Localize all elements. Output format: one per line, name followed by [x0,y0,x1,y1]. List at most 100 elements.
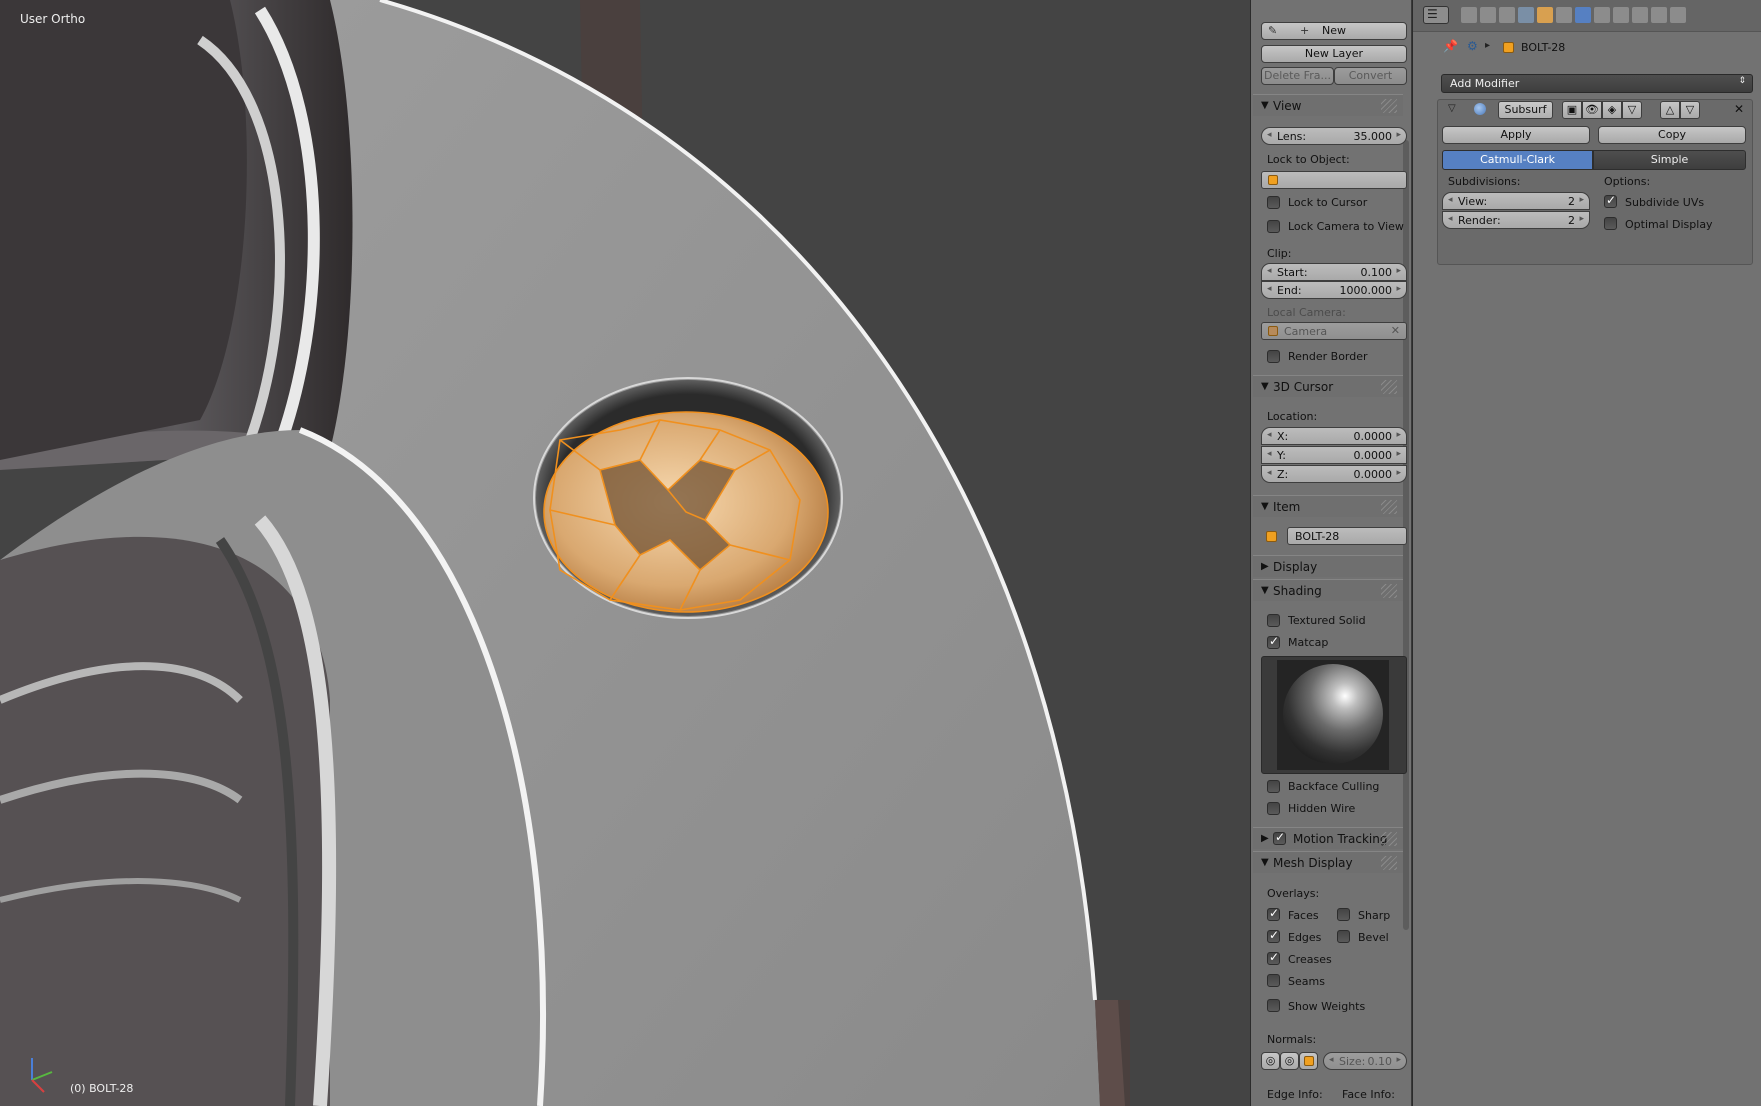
decrement-arrow-icon: ◂ [1267,449,1272,459]
editmode-display-toggle[interactable]: ◈ [1602,101,1622,119]
mesh-display-header[interactable]: ▼ Mesh Display [1253,851,1403,873]
constraints-tab-icon[interactable] [1556,7,1572,23]
increment-arrow-icon: ▸ [1396,266,1401,276]
3d-viewport[interactable]: User Ortho (0) BOLT-28 [0,0,1250,1106]
convert-button[interactable]: Convert [1334,67,1407,85]
subdivide-uvs-label: Subdivide UVs [1625,196,1705,209]
new-grease-pencil-button[interactable]: ✎ + New [1261,22,1407,40]
split-normals-button[interactable]: ◎ [1280,1052,1299,1070]
drag-grip-icon[interactable] [1381,500,1397,514]
edit-mode-toggle[interactable]: ▣ [1562,101,1582,119]
hidden-wire-checkbox[interactable] [1267,802,1280,815]
clear-x-icon[interactable]: ✕ [1391,324,1400,337]
vertex-normals-button[interactable]: ◎ [1261,1052,1280,1070]
x-value: 0.0000 [1353,430,1393,443]
scene-tab-icon[interactable] [1499,7,1515,23]
drag-grip-icon[interactable] [1381,832,1397,846]
object-name-field[interactable]: BOLT-28 [1287,527,1407,545]
pin-icon[interactable]: 📌 [1443,39,1458,53]
particles-tab-icon[interactable] [1651,7,1667,23]
seams-checkbox[interactable] [1267,974,1280,987]
decrement-arrow-icon: ◂ [1267,430,1272,440]
add-modifier-label: Add Modifier [1450,77,1520,90]
cursor-y-field[interactable]: ◂ Y: 0.0000 ▸ [1261,446,1407,464]
drag-grip-icon[interactable] [1381,856,1397,870]
lock-camera-checkbox[interactable] [1267,220,1280,233]
split-normal-icon: ◎ [1284,1054,1295,1067]
collapse-triangle-icon[interactable]: ▽ [1448,103,1456,114]
lock-object-field[interactable] [1261,171,1407,189]
motion-tracking-checkbox[interactable] [1273,830,1286,845]
delete-frame-button[interactable]: Delete Fra... [1261,67,1334,85]
item-panel-header[interactable]: ▼ Item [1253,495,1403,517]
world-tab-icon[interactable] [1518,7,1534,23]
display-panel-header[interactable]: ▶ Display [1253,555,1403,577]
drag-grip-icon[interactable] [1381,99,1397,113]
new-layer-button[interactable]: New Layer [1261,45,1407,63]
cursor-z-field[interactable]: ◂ Z: 0.0000 ▸ [1261,465,1407,483]
lens-field[interactable]: ◂ Lens: 35.000 ▸ [1261,127,1407,145]
modifier-name-field[interactable]: Subsurf [1498,101,1553,119]
sharp-checkbox[interactable] [1337,908,1350,921]
backface-culling-checkbox[interactable] [1267,780,1280,793]
subdivide-uvs-checkbox[interactable] [1604,193,1617,208]
size-value: 0.10 [1367,1055,1393,1068]
edges-checkbox[interactable] [1267,928,1280,943]
view-panel-header[interactable]: ▼ View [1253,94,1403,116]
move-up-button[interactable]: △ [1660,101,1680,119]
cage-toggle[interactable]: ▽ [1622,101,1642,119]
viewport-visibility-toggle[interactable]: 👁 [1582,101,1602,119]
motion-tracking-header[interactable]: ▶ Motion Tracking [1253,827,1403,849]
bevel-checkbox[interactable] [1337,930,1350,943]
catmull-clark-tab[interactable]: Catmull-Clark [1442,150,1593,170]
object-tab-icon[interactable] [1537,7,1553,23]
subdiv-render-field[interactable]: ◂ Render: 2 ▸ [1442,211,1590,229]
render-layers-tab-icon[interactable] [1480,7,1496,23]
editor-type-button[interactable]: ☰ [1423,6,1449,24]
local-camera-field[interactable]: Camera ✕ [1261,322,1407,340]
data-tab-icon[interactable] [1594,7,1610,23]
face-normals-button[interactable] [1299,1052,1318,1070]
normal-size-field[interactable]: ◂ Size: 0.10 ▸ [1323,1052,1407,1070]
move-down-button[interactable]: ▽ [1680,101,1700,119]
clip-start-field[interactable]: ◂ Start: 0.100 ▸ [1261,263,1407,281]
breadcrumb-arrow-icon: ▸ [1485,40,1491,51]
move-up-icon: △ [1665,103,1675,116]
matcap-preview[interactable] [1261,656,1407,774]
cursor-x-field[interactable]: ◂ X: 0.0000 ▸ [1261,427,1407,445]
remove-modifier-icon[interactable]: ✕ [1734,102,1744,116]
render-border-checkbox[interactable] [1267,350,1280,363]
texture-tab-icon[interactable] [1632,7,1648,23]
render-tab-icon[interactable] [1461,7,1477,23]
textured-solid-checkbox[interactable] [1267,614,1280,627]
backface-culling-label: Backface Culling [1288,780,1380,793]
creases-checkbox[interactable] [1267,950,1280,965]
drag-grip-icon[interactable] [1381,380,1397,394]
optimal-display-checkbox[interactable] [1604,217,1617,230]
edges-label: Edges [1288,931,1322,944]
copy-button[interactable]: Copy [1598,126,1746,144]
cursor-panel-header[interactable]: ▼ 3D Cursor [1253,375,1403,397]
modifiers-tab-icon[interactable] [1575,7,1591,23]
clip-end-field[interactable]: ◂ End: 1000.000 ▸ [1261,281,1407,299]
physics-tab-icon[interactable] [1670,7,1686,23]
properties-header: ☰ [1413,0,1761,32]
apply-button[interactable]: Apply [1442,126,1590,144]
end-key: End: [1277,284,1302,297]
drag-grip-icon[interactable] [1381,584,1397,598]
simple-tab[interactable]: Simple [1593,150,1746,170]
matcap-checkbox[interactable] [1267,634,1280,649]
faces-checkbox[interactable] [1267,906,1280,921]
material-tab-icon[interactable] [1613,7,1629,23]
increment-arrow-icon: ▸ [1396,284,1401,294]
shading-panel-header[interactable]: ▼ Shading [1253,579,1403,601]
show-weights-checkbox[interactable] [1267,999,1280,1012]
motion-tracking-title: Motion Tracking [1293,832,1388,846]
expanded-triangle-icon: ▼ [1261,857,1269,868]
subdiv-view-field[interactable]: ◂ View: 2 ▸ [1442,192,1590,210]
decrement-arrow-icon: ◂ [1267,130,1272,140]
add-modifier-menu[interactable]: Add Modifier ⇕ [1441,74,1753,93]
lock-to-cursor-checkbox[interactable] [1267,196,1280,209]
view-panel-title: View [1273,99,1302,113]
camera-icon: ▣ [1566,103,1578,116]
